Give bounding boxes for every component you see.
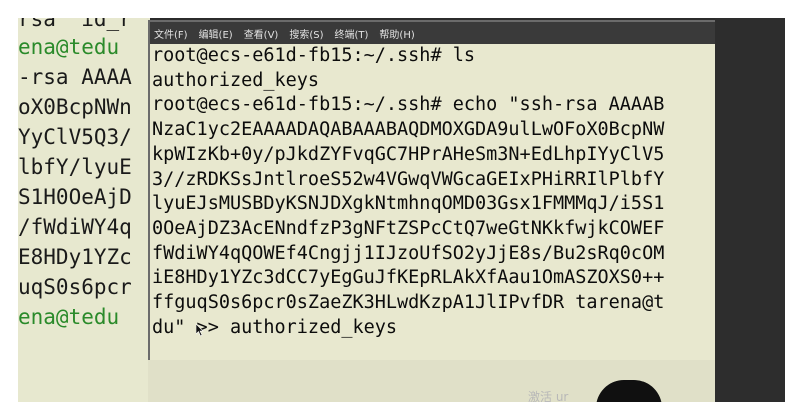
bg-line: E8HDy1YZc xyxy=(18,245,132,269)
mouse-cursor-icon xyxy=(196,324,204,336)
terminal-line: root@ecs-e61d-fb15:~/.ssh# ls xyxy=(152,45,476,66)
terminal-line: iE8HDy1YZc3dCC7yEgGuJfKEpRLAkXfAau1OmASZ… xyxy=(152,267,665,289)
terminal-line: NzaC1yc2EAAAADAQABAAABAQDMOXGDA9ulLwOFoX… xyxy=(152,119,665,141)
menu-help[interactable]: 帮助(H) xyxy=(379,26,414,41)
bg-line: rsa id_r xyxy=(18,18,132,31)
terminal-content[interactable]: root@ecs-e61d-fb15:~/.ssh# ls authorized… xyxy=(150,44,717,362)
bg-line: lbfY/lyuE xyxy=(18,155,132,179)
menu-edit[interactable]: 编辑(E) xyxy=(199,26,233,41)
bg-line: -rsa AAAA xyxy=(18,65,132,89)
terminal-line: 3//zRDKSsJntlroeS52w4VGwqVWGcaGEIxPHiRRI… xyxy=(152,168,665,190)
menu-bar: 文件(F) 编辑(E) 查看(V) 搜索(S) 终端(T) 帮助(H) xyxy=(150,22,717,44)
terminal-window[interactable]: 文件(F) 编辑(E) 查看(V) 搜索(S) 终端(T) 帮助(H) root… xyxy=(148,20,717,362)
bg-line: ena@tedu xyxy=(18,35,120,59)
bg-line: oX0BcpNWn xyxy=(18,95,132,119)
terminal-line: ffguqS0s6pcr0sZaeZK3HLwdKzpA1JlIPvfDR ta… xyxy=(152,292,665,314)
terminal-line: lyuEJsMUSBDyKSNJDXgkNtmhnqOMD03Gsx1FMMMq… xyxy=(152,193,665,215)
terminal-line: du" >> authorized_keys xyxy=(152,316,398,338)
terminal-line: authorized_keys xyxy=(152,69,320,91)
menu-terminal[interactable]: 终端(T) xyxy=(335,26,369,41)
terminal-line: 0OeAjDZ3AcENndfzP3gNFtZSPcCtQ7weGtNKkfwj… xyxy=(152,217,665,239)
bg-line: uqS0s6pcr xyxy=(18,275,132,299)
terminal-line: fWdiWY4qQOWEf4Cngjj1IJzoUfSO2yJjE8s/Bu2s… xyxy=(152,242,665,264)
dark-panel xyxy=(715,18,785,402)
terminal-line: root@ecs-e61d-fb15:~/.ssh# echo "ssh-rsa… xyxy=(152,94,665,116)
background-terminal: rsa id_r ena@tedu -rsa AAAA oX0BcpNWn Yy… xyxy=(18,18,150,402)
bg-line: S1H0OeAjD xyxy=(18,185,132,209)
screen-frame: rsa id_r ena@tedu -rsa AAAA oX0BcpNWn Yy… xyxy=(18,18,785,402)
terminal-line: kpWIzKb+0y/pJkdZYFvqGC7HPrAHeSm3N+EdLhpI… xyxy=(152,143,665,165)
menu-search[interactable]: 搜索(S) xyxy=(289,26,323,41)
bg-line: YyClV5Q3/ xyxy=(18,125,132,149)
bg-line: /fWdiWY4q xyxy=(18,215,132,239)
menu-view[interactable]: 查看(V) xyxy=(244,26,279,41)
menu-file[interactable]: 文件(F) xyxy=(154,26,188,41)
bg-line: ena@tedu xyxy=(18,305,120,329)
watermark-text: 激活 ur xyxy=(528,390,569,402)
